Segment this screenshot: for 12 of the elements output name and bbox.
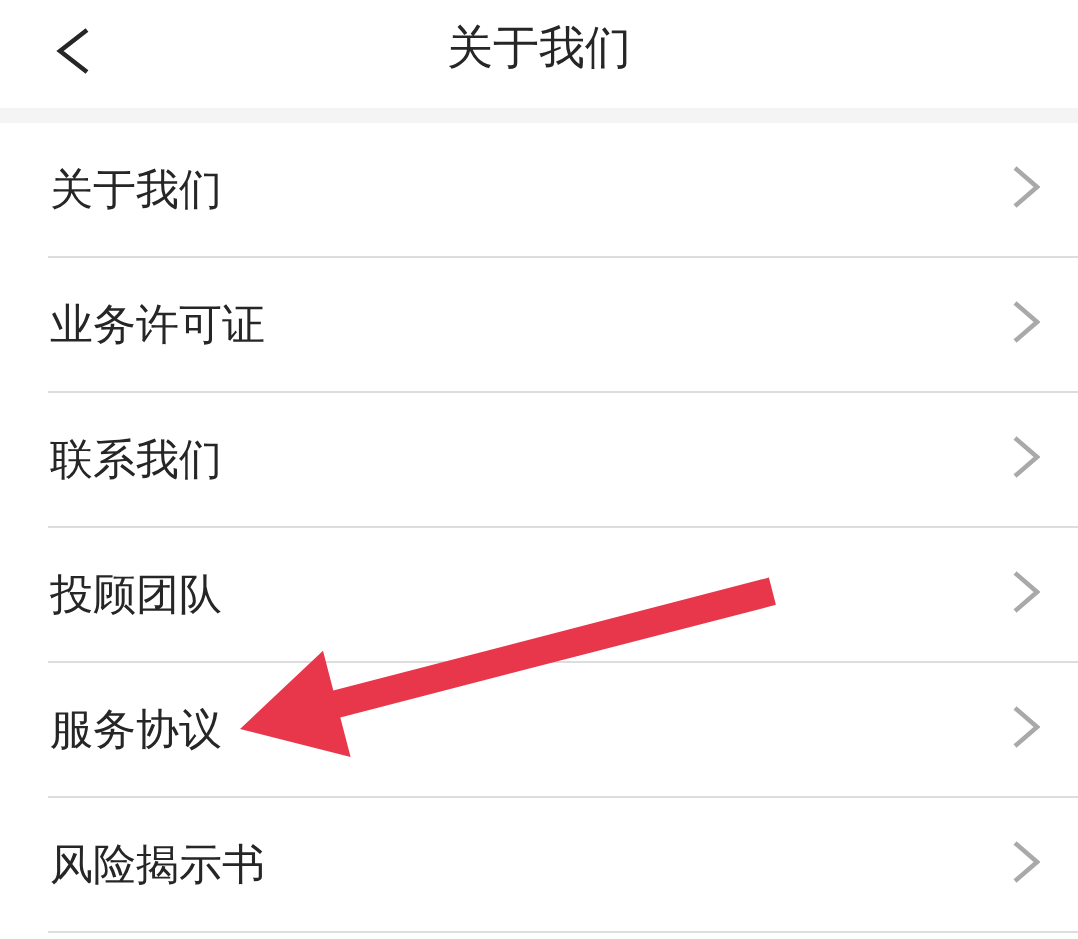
chevron-right-icon: [1012, 840, 1040, 883]
chevron-right-icon: [1012, 705, 1040, 748]
menu-item[interactable]: 关于我们: [48, 123, 1078, 258]
chevron-right-icon: [1012, 435, 1040, 478]
chevron-right-icon: [1012, 570, 1040, 613]
menu-item[interactable]: 联系我们: [48, 393, 1078, 528]
chevron-right-icon: [1012, 165, 1040, 208]
chevron-right-icon: [1012, 300, 1040, 343]
back-icon: [56, 28, 90, 74]
page-title: 关于我们: [447, 20, 631, 76]
menu-item[interactable]: 业务许可证: [48, 258, 1078, 393]
menu-item[interactable]: 风险揭示书: [48, 798, 1078, 933]
